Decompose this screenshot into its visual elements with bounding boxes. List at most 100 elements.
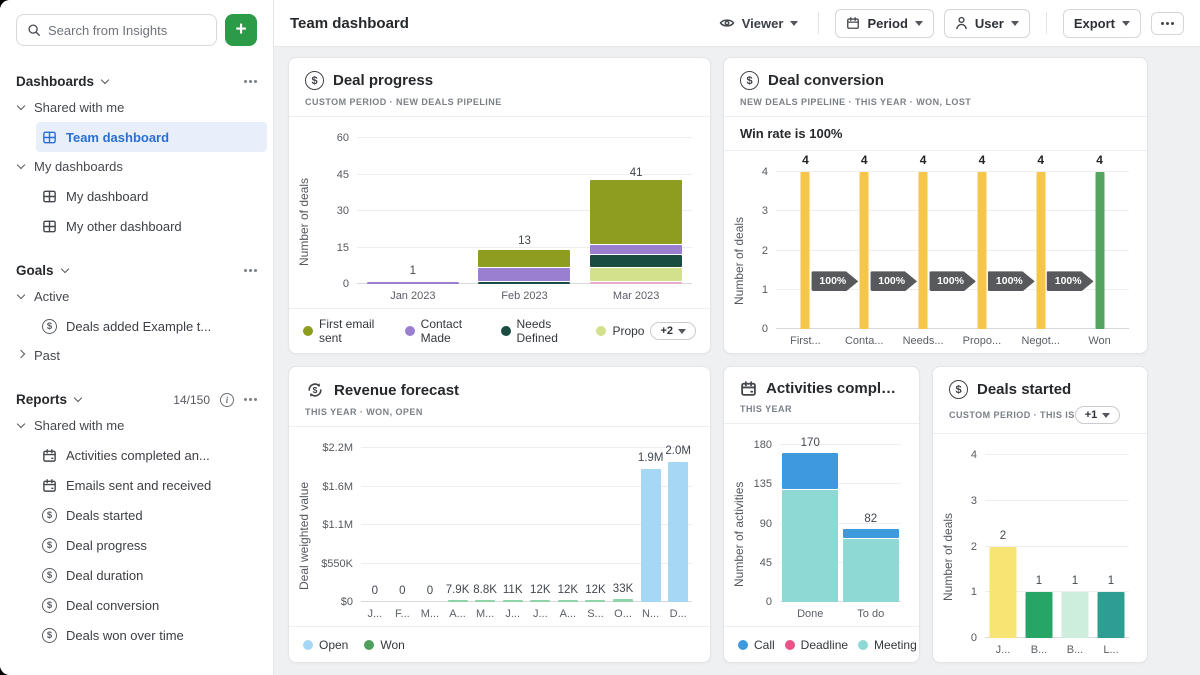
y-tick-label: 1 [762,284,768,296]
bar[interactable] [503,448,523,602]
bar-segment [478,268,570,280]
bar-value-label: 12K [527,584,555,596]
group-dashboards-shared-with-me[interactable]: Shared with me [0,93,273,122]
caret-down-icon [1122,21,1130,26]
more-options-button[interactable] [1151,12,1184,35]
period-button[interactable]: Period [835,9,933,38]
bar-value-label: 4 [835,153,894,167]
bar-slot: 7.9K [444,448,472,602]
bar-slot: 1 [1057,455,1093,638]
goals-more-button[interactable] [244,269,247,272]
x-axis-label: Done [780,608,841,620]
sidebar-item-label: Deal duration [66,568,143,583]
dashboard-grid-icon [42,219,57,234]
svg-text:$: $ [313,385,318,395]
group-goals-past[interactable]: Past [0,341,273,370]
legend-item: Needs Defined [501,317,585,345]
legend-item: Contact Made [405,317,485,345]
y-axis-label: Deal weighted value [297,431,313,624]
viewer-dropdown[interactable]: Viewer [715,10,803,37]
bar-segment [590,268,682,280]
group-label: Past [34,348,60,363]
bar[interactable] [590,138,682,284]
bar-value-label: 1 [357,265,469,277]
sidebar-item-emails-report[interactable]: Emails sent and received [0,470,273,500]
reports-more-button[interactable] [244,398,247,401]
bar-slot: 8.8K [471,448,499,602]
sidebar-item-team-dashboard[interactable]: Team dashboard [36,122,267,152]
info-icon[interactable]: i [220,393,234,407]
plot-area: 0459013518017082 [780,445,901,602]
chart-canvas: Number of deals01234444444100%100%100%10… [732,155,1133,351]
bar[interactable] [782,445,838,602]
plot-region: $0$550K$1.1M$1.6M$2.2M0007.9K8.8K11K12K1… [313,431,696,624]
x-axis-label: J... [985,644,1021,656]
sidebar-item-my-other-dashboard[interactable]: My other dashboard [0,211,273,241]
sidebar-item-activities-completed-report[interactable]: Activities completed an... [0,440,273,470]
group-goals-active[interactable]: Active [0,282,273,311]
bar[interactable] [990,455,1017,638]
y-tick-label: $2.2M [322,442,353,454]
subtitle-more-dropdown[interactable]: +1 [1075,406,1121,424]
bar[interactable] [367,138,459,284]
bar[interactable] [530,448,550,602]
bar[interactable] [613,448,633,602]
sidebar-item-deals-added-goal[interactable]: $ Deals added Example t... [0,311,273,341]
bar[interactable] [1036,172,1045,329]
bar[interactable] [1062,455,1089,638]
bar-segment [1095,172,1104,329]
group-my-dashboards[interactable]: My dashboards [0,152,273,181]
bar[interactable] [641,448,661,602]
bar[interactable] [478,138,570,284]
group-label: Shared with me [34,100,124,115]
dashboards-more-button[interactable] [244,80,247,83]
sidebar-item-deals-started-report[interactable]: $ Deals started [0,500,273,530]
bar[interactable] [1098,455,1125,638]
card-title: Revenue forecast [334,382,459,399]
sidebar-item-deal-duration-report[interactable]: $ Deal duration [0,560,273,590]
export-button[interactable]: Export [1063,9,1141,38]
sidebar-item-deal-progress-report[interactable]: $ Deal progress [0,530,273,560]
bar[interactable] [919,172,928,329]
bar-value-label: 2.0M [664,445,692,457]
bar-slot: 170 [780,445,841,602]
bar[interactable] [448,448,468,602]
search-input[interactable] [48,23,206,38]
bar-value-label: 4 [1070,153,1129,167]
card-title: Deals started [977,381,1071,398]
x-axis-label: A... [444,608,472,620]
bar-segment [590,180,682,243]
bar[interactable] [860,172,869,329]
bar-slot: 12K [527,448,555,602]
bar[interactable] [1026,455,1053,638]
user-label: User [975,16,1004,31]
calendar-icon [42,478,57,493]
sidebar-item-deal-conversion-report[interactable]: $ Deal conversion [0,590,273,620]
bar[interactable] [801,172,810,329]
bar[interactable] [475,448,495,602]
group-reports-shared-with-me[interactable]: Shared with me [0,411,273,440]
goals-section-toggle[interactable]: Goals [16,263,68,278]
dashboards-section-toggle[interactable]: Dashboards [16,74,108,89]
add-button[interactable]: + [225,14,257,46]
y-tick-label: 15 [337,242,349,254]
x-axis-label: J... [361,608,389,620]
bar[interactable] [1095,172,1104,329]
bar[interactable] [668,448,688,602]
sidebar-item-label: Team dashboard [66,130,169,145]
search-box[interactable] [16,14,217,46]
revenue-forecast-legend: Open Won [289,626,710,662]
sidebar-item-deals-won-report[interactable]: $ Deals won over time [0,620,273,650]
bar[interactable] [585,448,605,602]
deal-progress-card: $ Deal progress CUSTOM PERIOD · NEW DEAL… [288,57,711,354]
sidebar-item-my-dashboard[interactable]: My dashboard [0,181,273,211]
y-axis-label: Number of deals [941,438,957,660]
bar-slot: 13 [469,138,581,284]
y-tick-label: 90 [760,518,772,530]
legend-more-dropdown[interactable]: +2 [650,322,696,340]
ellipsis-icon [1161,22,1164,25]
user-button[interactable]: User [944,9,1030,38]
reports-section-toggle[interactable]: Reports [16,392,81,407]
bar[interactable] [558,448,578,602]
bar[interactable] [977,172,986,329]
